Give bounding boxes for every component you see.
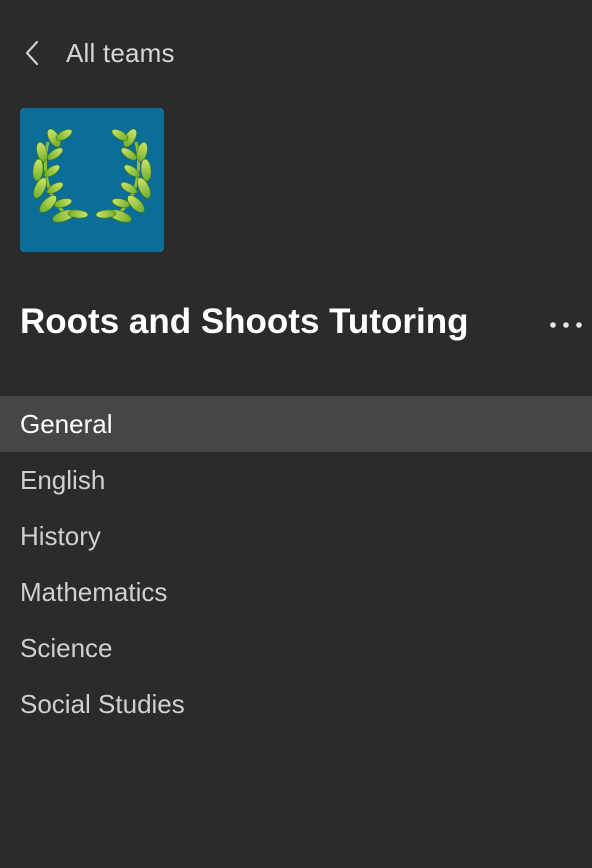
more-options-button[interactable] — [540, 306, 590, 344]
chevron-left-icon — [25, 40, 39, 66]
team-channel-panel: All teams Roots and Shoots Tutoring Gene… — [0, 0, 592, 868]
channel-item-mathematics[interactable]: Mathematics — [0, 564, 592, 620]
channel-list: General English History Mathematics Scie… — [0, 396, 592, 732]
channel-item-english[interactable]: English — [0, 452, 592, 508]
channel-item-social-studies[interactable]: Social Studies — [0, 676, 592, 732]
channel-item-general[interactable]: General — [0, 396, 592, 452]
laurel-wreath-icon — [32, 128, 152, 223]
back-to-all-teams-button[interactable]: All teams — [0, 26, 260, 80]
back-label: All teams — [66, 38, 175, 68]
channel-item-history[interactable]: History — [0, 508, 592, 564]
channel-item-science[interactable]: Science — [0, 620, 592, 676]
team-logo — [20, 108, 164, 252]
team-name: Roots and Shoots Tutoring — [20, 302, 469, 341]
more-options-icon — [550, 322, 582, 328]
